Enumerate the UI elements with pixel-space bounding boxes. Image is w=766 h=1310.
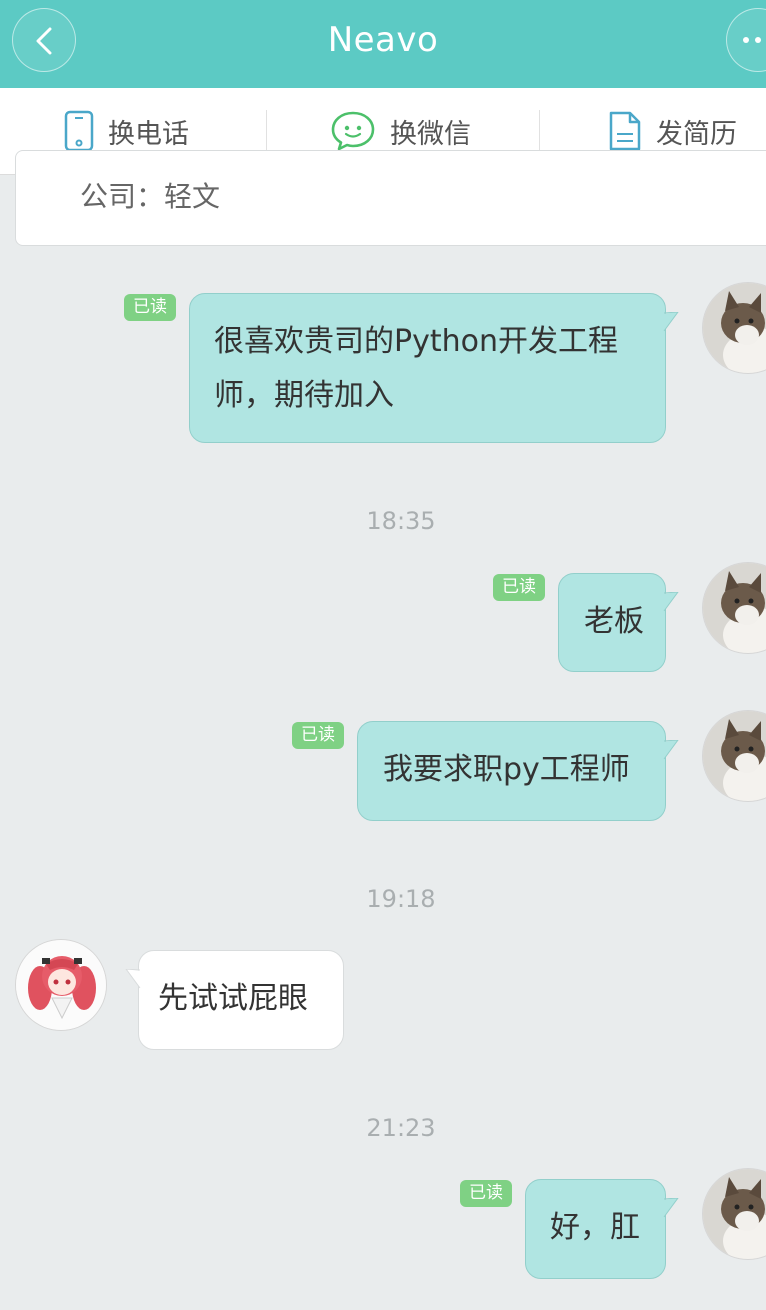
bubble-tail	[125, 969, 141, 989]
bubble-tail	[663, 592, 679, 612]
job-info-card[interactable]: 公司：轻文	[15, 150, 766, 246]
more-dots-icon	[743, 37, 749, 43]
message-text: 很喜欢贵司的Python开发工程	[214, 324, 618, 359]
divider	[266, 110, 267, 152]
message-timestamp: 19:18	[366, 885, 436, 913]
message-bubble-sent[interactable]: 老板	[558, 573, 679, 672]
bubble-tail	[663, 1198, 679, 1218]
company-name: 公司：轻文	[80, 180, 221, 213]
my-avatar[interactable]	[703, 563, 766, 653]
message-bubble-received[interactable]: 先试试屁眼	[125, 950, 344, 1050]
message-text: 师，期待加入	[214, 378, 394, 413]
message-text: 老板	[584, 604, 644, 639]
cat-avatar-icon	[703, 1169, 766, 1259]
contact-avatar[interactable]	[16, 940, 106, 1030]
read-status-badge: 已读	[493, 574, 545, 601]
read-status-badge: 已读	[292, 722, 344, 749]
phone-icon	[64, 110, 94, 152]
message-text: 先试试屁眼	[158, 981, 308, 1016]
message-bubble-sent[interactable]: 好，肛	[525, 1179, 679, 1279]
message-bubble-sent[interactable]: 我要求职py工程师	[357, 721, 679, 821]
exchange-wechat-label: 换微信	[390, 118, 471, 150]
page-title: Neavo	[327, 20, 439, 60]
message-timestamp: 18:35	[366, 507, 436, 535]
my-avatar[interactable]	[703, 1169, 766, 1259]
message-text: 我要求职py工程师	[383, 752, 630, 787]
anime-avatar-icon	[16, 940, 106, 1030]
top-nav-bar: Neavo	[0, 0, 766, 88]
message-text: 好，肛	[550, 1210, 640, 1245]
my-avatar[interactable]	[703, 283, 766, 373]
read-status-badge: 已读	[460, 1180, 512, 1207]
bubble-tail	[663, 312, 679, 332]
more-button[interactable]	[726, 8, 766, 72]
divider	[539, 110, 540, 152]
send-resume-label: 发简历	[656, 118, 737, 150]
read-status-badge: 已读	[124, 294, 176, 321]
message-timestamp: 21:23	[366, 1114, 436, 1142]
bubble-tail	[663, 740, 679, 760]
wechat-icon	[330, 110, 376, 152]
more-dot	[755, 37, 761, 43]
my-avatar[interactable]	[703, 711, 766, 801]
cat-avatar-icon	[703, 283, 766, 373]
resume-icon	[608, 110, 642, 152]
message-bubble-sent[interactable]: 很喜欢贵司的Python开发工程 师，期待加入	[189, 293, 679, 443]
cat-avatar-icon	[703, 563, 766, 653]
exchange-phone-label: 换电话	[108, 118, 189, 150]
cat-avatar-icon	[703, 711, 766, 801]
